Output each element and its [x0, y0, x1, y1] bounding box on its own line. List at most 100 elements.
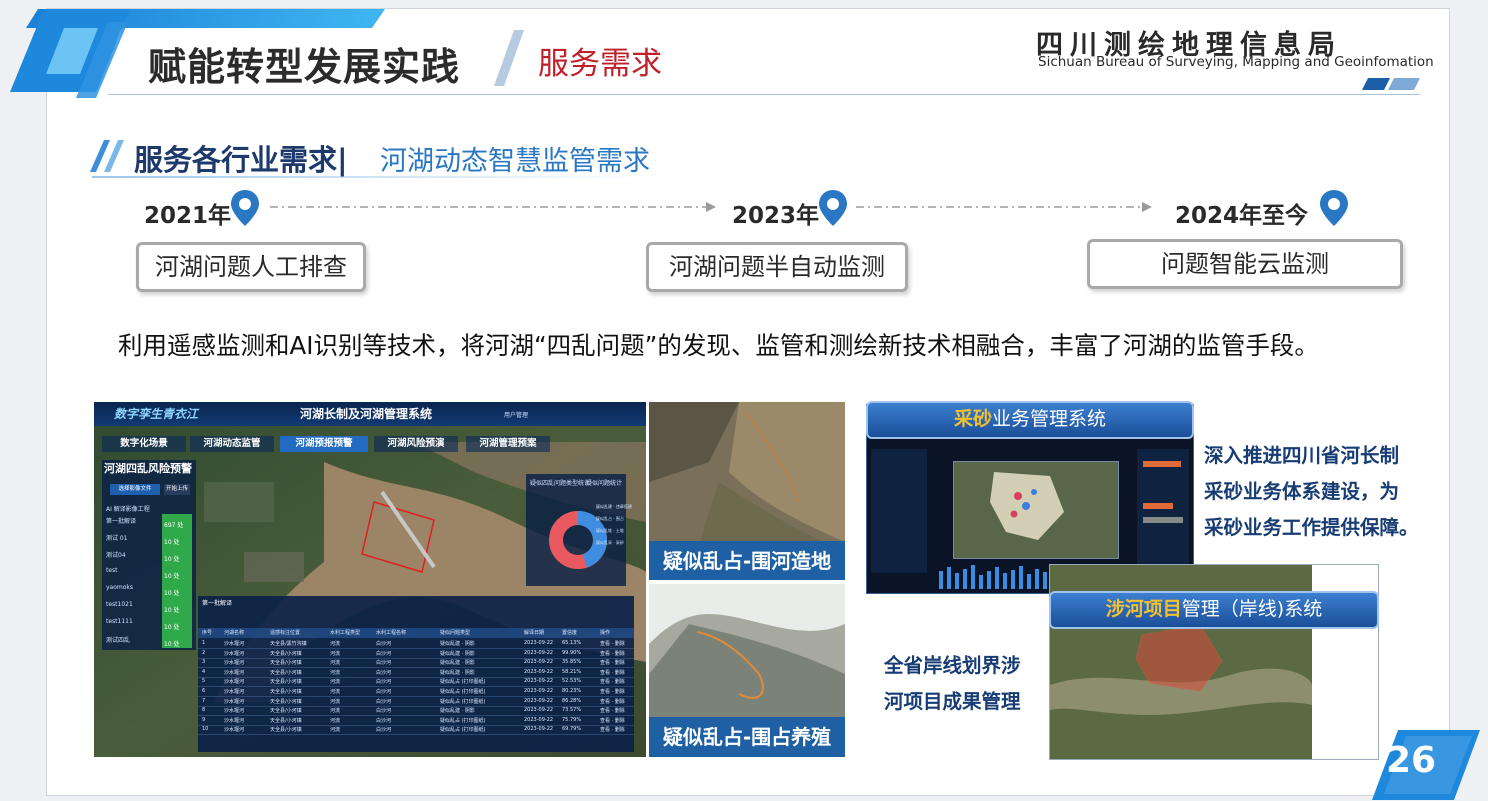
legend-item: 疑似乱建 · 违章搭建	[596, 504, 632, 509]
table-row[interactable]: 3 沙水堰河 天全县/小河镇 河流 白沙河 疑似乱建 · 阴影 2023-09-22 35.8…	[198, 658, 634, 669]
table-header: 解译日期	[524, 630, 545, 636]
location-pin-icon	[1320, 190, 1348, 226]
tab-digital-scene[interactable]: 数字化场景	[102, 436, 186, 452]
table-row[interactable]: 9 沙水堰河 天全县/小河镇 河流 白沙河 疑似乱占 (打印图纸) 2023-09-22 75…	[198, 716, 634, 726]
list-count: 10 处	[164, 573, 180, 580]
table-cell: 2023-09-22	[524, 659, 554, 666]
timeline-arrow	[856, 202, 1152, 212]
table-row[interactable]: 1 沙水堰河 天全县/黑竹沟镇 河流 白沙河 疑似乱建 · 阴影 2023-09-22 65.…	[198, 639, 634, 649]
table-cell[interactable]: 查看 · 删除	[600, 698, 625, 705]
river-title-rest: 管理（岸线)系统	[1181, 598, 1323, 620]
dashboard-user[interactable]: 用户管理	[504, 410, 528, 419]
table-cell: 73.57%	[562, 707, 582, 714]
table-cell[interactable]: 查看 · 删除	[600, 650, 625, 657]
table-title: 第一批解译	[202, 600, 233, 607]
sand-desc-line: 采砂业务体系建设，为	[1204, 480, 1400, 503]
select-image-button[interactable]: 选择影像文件	[110, 484, 160, 495]
table-cell: 10	[202, 726, 209, 733]
table-cell: 沙水堰河	[224, 727, 245, 734]
stats-title: 疑似四乱问题类型统计	[530, 480, 591, 487]
page-subtitle: 服务需求	[538, 46, 662, 82]
list-count: 10 处	[164, 607, 180, 614]
section-underline	[92, 176, 652, 178]
sand-desc-line: 深入推进四川省河长制	[1204, 444, 1400, 467]
list-item[interactable]: 测试 01	[106, 533, 128, 542]
table-cell: 沙水堰河	[224, 650, 245, 657]
timeline-year-2024: 2024年至今	[1175, 203, 1309, 229]
table-cell: 86.28%	[562, 697, 582, 704]
timeline-year-2021: 2021年	[144, 203, 232, 229]
table-cell: 2023-09-22	[524, 668, 554, 675]
dashboard-screenshot: 数字孪生青衣江 河湖长制及河湖管理系统 用户管理 数字化场景 河湖动态监管 河湖…	[94, 402, 646, 757]
table-cell[interactable]: 查看 · 删除	[600, 726, 625, 733]
table-cell: 河流	[330, 727, 341, 734]
stats-panel: 疑似四乱问题类型统计 疑似问题统计 疑似乱建 · 违章搭建 疑似乱占 · 围占 …	[526, 474, 632, 586]
list-item[interactable]: test	[106, 567, 118, 574]
sand-map	[953, 461, 1119, 559]
legend-item: 疑似乱采 · 采砂	[596, 540, 624, 545]
dashboard-logo: 数字孪生青衣江	[114, 407, 199, 421]
list-item[interactable]: 测试04	[106, 550, 126, 559]
table-cell: 沙水堰河	[224, 679, 245, 686]
tab-management-plan[interactable]: 河湖管理预案	[466, 436, 550, 452]
table-cell: 白沙河	[376, 689, 392, 695]
upload-button[interactable]: 开始上传	[164, 484, 190, 495]
table-cell: 80.23%	[562, 688, 582, 694]
table-cell[interactable]: 查看 · 删除	[600, 678, 625, 685]
table-cell[interactable]: 查看 · 删除	[600, 669, 625, 676]
project-list: 第一批解译 测试 01 测试04 test yaomoks test1021 t…	[106, 516, 196, 652]
dashboard-system-title: 河湖长制及河湖管理系统	[300, 407, 433, 421]
progress-bar	[1143, 461, 1181, 467]
river-desc-line: 全省岸线划界涉	[884, 654, 1021, 677]
list-item[interactable]: test1111	[106, 618, 133, 625]
table-cell: 白沙河	[376, 641, 392, 647]
table-cell: 35.85%	[562, 659, 582, 666]
caption-aquaculture: 疑似乱占-围占养殖	[649, 717, 845, 757]
table-cell: 河流	[330, 660, 341, 667]
table-row[interactable]: 7 沙水堰河 天全县/小河镇 河流 白沙河 疑似乱占 (打印图纸) 2023-09-22 86…	[198, 697, 634, 707]
table-cell: 沙水堰河	[224, 669, 245, 676]
table-cell: 7	[202, 697, 206, 704]
list-count: 697 处	[164, 522, 184, 529]
list-item[interactable]: 测试四乱	[106, 635, 130, 644]
table-cell: 天全县/黑竹沟镇	[270, 641, 307, 647]
table-row[interactable]: 4 沙水堰河 天全县/小河镇 河流 白沙河 疑似乱建 · 阴影 2023-09-22 58.2…	[198, 668, 634, 678]
table-cell[interactable]: 查看 · 删除	[600, 659, 625, 666]
table-cell: 疑似乱占 (打印图纸)	[440, 717, 486, 724]
stats-title-2: 疑似问题统计	[586, 480, 623, 487]
table-row[interactable]: 5 沙水堰河 天全县/小河镇 河流 白沙河 疑似乱占 (打印图纸) 2023-09-22 52…	[198, 677, 634, 688]
table-cell: 疑似乱建 · 阴影	[440, 708, 475, 715]
table-cell[interactable]: 查看 · 删除	[600, 640, 625, 647]
table-cell[interactable]: 查看 · 删除	[600, 717, 625, 724]
aerial-crop-bottom: 疑似乱占-围占养殖	[649, 584, 845, 757]
timeline-stage-semi-auto: 河湖问题半自动监测	[646, 242, 908, 292]
table-cell: 2	[202, 649, 206, 656]
table-cell: 白沙河	[376, 708, 392, 715]
table-row[interactable]: 6 沙水堰河 天全县/小河镇 河流 白沙河 疑似乱占 (打印图纸) 2023-09-22 80…	[198, 687, 634, 697]
table-cell: 疑似乱建 · 阴影	[440, 641, 475, 647]
table-cell[interactable]: 查看 · 删除	[600, 707, 625, 714]
table-cell: 白沙河	[376, 698, 392, 705]
table-row[interactable]: 8 沙水堰河 天全县/小河镇 河流 白沙河 疑似乱建 · 阴影 2023-09-22 73.5…	[198, 706, 634, 717]
sand-left-table	[871, 449, 927, 573]
river-title-highlight: 涉河项目	[1105, 598, 1182, 620]
list-item[interactable]: 第一批解译	[106, 516, 136, 525]
table-cell: 天全县/小河镇	[270, 650, 302, 657]
table-row[interactable]: 2 沙水堰河 天全县/小河镇 河流 白沙河 疑似乱建 · 阴影 2023-09-22 99.9…	[198, 649, 634, 659]
table-cell[interactable]: 查看 · 删除	[600, 688, 625, 695]
table-header: 遥感标注位置	[270, 630, 301, 636]
tab-dynamic-supervision[interactable]: 河湖动态监管	[190, 436, 274, 452]
table-cell: 5	[202, 678, 206, 685]
list-item[interactable]: yaomoks	[106, 584, 133, 591]
table-cell: 河流	[330, 708, 341, 715]
header-divider	[108, 94, 1420, 95]
table-cell: 河流	[330, 717, 341, 724]
dashboard-tabs: 数字化场景 河湖动态监管 河湖预报预警 河湖风险预演 河湖管理预案	[94, 436, 646, 454]
table-header-row: 序号 河湖名称 遥感标注位置 水利工程类型 水利工程名称 疑似问题类型 解译日期…	[198, 628, 634, 638]
table-header: 河湖名称	[224, 630, 245, 636]
tab-risk-rehearsal[interactable]: 河湖风险预演	[374, 436, 458, 452]
list-item[interactable]: test1021	[106, 601, 133, 608]
table-cell: 疑似乱占 (打印图纸)	[440, 689, 486, 695]
table-row[interactable]: 10 沙水堰河 天全县/小河镇 河流 白沙河 疑似乱占 (打印图纸) 2023-09-22 6…	[198, 725, 634, 736]
tab-forecast-warning[interactable]: 河湖预报预警	[280, 436, 368, 452]
